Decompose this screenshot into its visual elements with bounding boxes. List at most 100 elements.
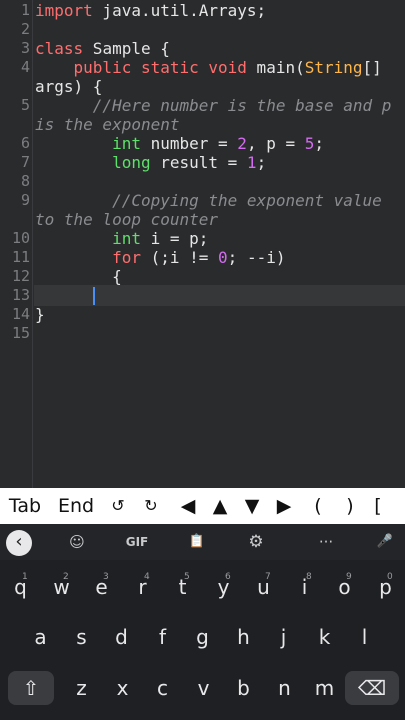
- key-n-label: n: [278, 676, 291, 700]
- key-m-label: m: [314, 676, 335, 700]
- code-line: to the loop counter: [35, 210, 218, 229]
- sticker-icon[interactable]: ☺: [63, 528, 91, 556]
- key-f[interactable]: f: [142, 620, 183, 654]
- key-s-label: s: [76, 625, 87, 649]
- code-line: int number = 2, p = 5;: [35, 134, 324, 153]
- extra-key-right-arrow[interactable]: ▶: [272, 488, 296, 524]
- code-token: {: [35, 267, 122, 286]
- backspace-key[interactable]: ⌫: [345, 671, 399, 705]
- key-d[interactable]: d: [101, 620, 142, 654]
- code-token: args) {: [35, 77, 103, 96]
- extra-key-open-paren[interactable]: (: [306, 488, 330, 524]
- extra-key-redo[interactable]: ↻: [139, 488, 163, 524]
- keyboard-back-icon[interactable]: ‹: [6, 530, 32, 556]
- key-d-label: d: [115, 625, 128, 649]
- code-token: String: [304, 58, 363, 77]
- key-hint: 6: [225, 572, 231, 582]
- code-line: class Sample {: [35, 39, 170, 58]
- code-token: for: [112, 248, 141, 267]
- key-z-label: z: [76, 676, 87, 700]
- keyboard-toolbar: ‹ ☺ GIF 📋 ⚙ ··· 🎤: [0, 524, 405, 560]
- code-token: ;: [256, 153, 267, 172]
- key-b-label: b: [237, 676, 250, 700]
- key-i[interactable]: i8: [284, 570, 325, 604]
- line-number: 1: [20, 1, 30, 19]
- line-number: 3: [20, 39, 30, 57]
- key-x[interactable]: x: [102, 671, 143, 705]
- line-number: 5: [20, 96, 30, 114]
- code-line: {: [35, 267, 122, 286]
- extra-key-up-arrow[interactable]: ▲: [208, 488, 232, 524]
- line-number: 11: [11, 248, 30, 266]
- code-token: import: [35, 1, 93, 20]
- backspace-key-label: ⌫: [357, 676, 387, 700]
- extra-key-close-paren[interactable]: ): [338, 488, 362, 524]
- extra-key-end[interactable]: End: [54, 488, 98, 524]
- key-m[interactable]: m: [304, 671, 345, 705]
- settings-icon[interactable]: ⚙: [242, 528, 270, 556]
- key-t[interactable]: t5: [162, 570, 203, 604]
- more-icon[interactable]: ···: [312, 528, 340, 556]
- soft-keyboard: ‹ ☺ GIF 📋 ⚙ ··· 🎤 q1w2e3r4t5y6u7i8o9p0 a s…: [0, 524, 405, 720]
- key-g-label: g: [196, 625, 209, 649]
- key-b[interactable]: b: [223, 671, 264, 705]
- key-k[interactable]: k: [304, 620, 345, 654]
- key-hint: 8: [306, 572, 312, 582]
- line-number: 8: [20, 172, 30, 190]
- code-line: int i = p;: [35, 229, 208, 248]
- key-u[interactable]: u7: [243, 570, 284, 604]
- code-token: class: [35, 39, 84, 58]
- line-number: 4: [20, 58, 30, 76]
- key-p[interactable]: p0: [365, 570, 405, 604]
- key-o[interactable]: o9: [324, 570, 365, 604]
- code-line: //Here number is the base and p: [35, 96, 392, 115]
- code-token: number =: [140, 134, 238, 153]
- code-line: is the exponent: [35, 115, 180, 134]
- key-l[interactable]: l: [344, 620, 385, 654]
- extra-key-left-arrow[interactable]: ◀: [176, 488, 200, 524]
- extra-key-down-arrow[interactable]: ▼: [240, 488, 264, 524]
- code-token: main(: [246, 58, 305, 77]
- key-hint: 9: [346, 572, 352, 582]
- key-z[interactable]: z: [61, 671, 102, 705]
- key-h[interactable]: h: [223, 620, 264, 654]
- line-number: 10: [11, 229, 30, 247]
- key-c[interactable]: c: [142, 671, 183, 705]
- code-token: 1: [246, 153, 257, 172]
- key-y[interactable]: y6: [203, 570, 244, 604]
- mic-icon[interactable]: 🎤: [371, 528, 399, 556]
- line-number: 13: [11, 286, 30, 304]
- extra-key-undo[interactable]: ↺: [106, 488, 130, 524]
- code-token: 2: [237, 134, 247, 153]
- key-a[interactable]: a: [20, 620, 61, 654]
- key-q[interactable]: q1: [0, 570, 41, 604]
- key-l-label: l: [361, 625, 368, 649]
- key-k-label: k: [318, 625, 331, 649]
- key-j[interactable]: j: [263, 620, 304, 654]
- key-r[interactable]: r4: [122, 570, 163, 604]
- extra-key-open-bracket[interactable]: [: [366, 488, 390, 524]
- shift-key[interactable]: ⇧: [8, 671, 54, 705]
- key-w[interactable]: w2: [41, 570, 82, 604]
- key-c-label: c: [157, 676, 168, 700]
- extra-key-tab[interactable]: Tab: [2, 488, 48, 524]
- key-hint: 1: [22, 572, 28, 582]
- key-s[interactable]: s: [61, 620, 102, 654]
- clipboard-icon[interactable]: 📋: [183, 528, 211, 556]
- line-number: 7: [20, 153, 30, 171]
- code-token: , p =: [246, 134, 305, 153]
- code-editor[interactable]: 1 2 3 4 5 6 7 8 9 10 11 12 13 14 15 import java.util.A…: [0, 0, 405, 488]
- line-number: 6: [20, 134, 30, 152]
- key-g[interactable]: g: [182, 620, 223, 654]
- key-e[interactable]: e3: [81, 570, 122, 604]
- code-token: //Here number is the base and p: [35, 96, 392, 115]
- key-n[interactable]: n: [264, 671, 305, 705]
- line-number-gutter: 1 2 3 4 5 6 7 8 9 10 11 12 13 14 15: [0, 0, 33, 488]
- key-hint: 4: [144, 572, 150, 582]
- code-line: args) {: [35, 77, 102, 96]
- key-v[interactable]: v: [183, 671, 224, 705]
- gif-button[interactable]: GIF: [115, 528, 159, 556]
